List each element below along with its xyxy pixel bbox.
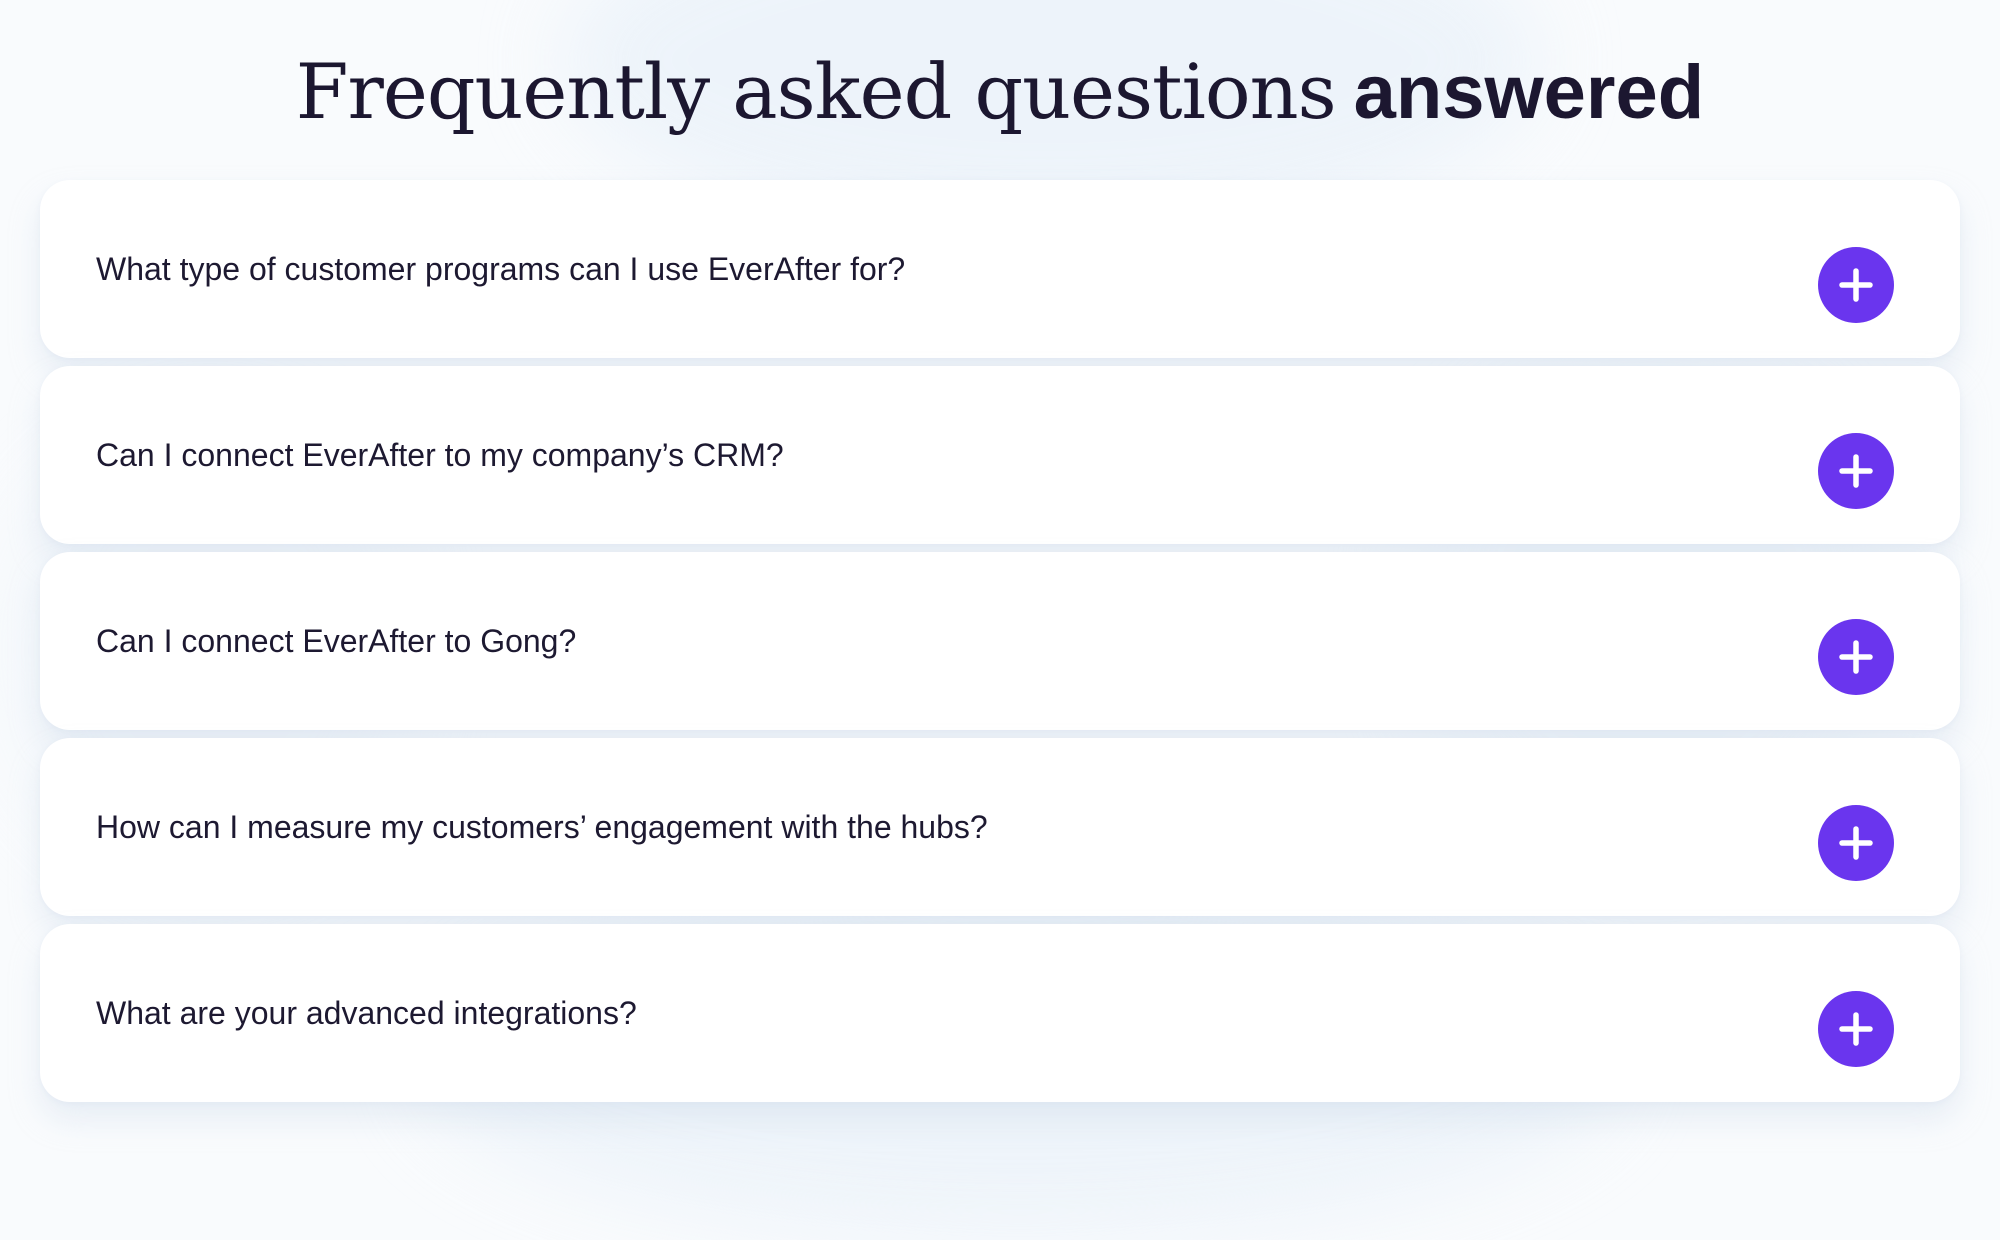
faq-question: What are your advanced integrations? — [96, 995, 637, 1031]
faq-item[interactable]: What are your advanced integrations? — [40, 924, 1960, 1102]
plus-icon — [1839, 268, 1873, 302]
faq-question: Can I connect EverAfter to my company’s … — [96, 437, 784, 473]
faq-question: How can I measure my customers’ engageme… — [96, 809, 988, 845]
plus-icon — [1839, 454, 1873, 488]
faq-heading: Frequently asked questions answered — [0, 42, 2000, 143]
plus-icon — [1839, 1012, 1873, 1046]
faq-item[interactable]: Can I connect EverAfter to my company’s … — [40, 366, 1960, 544]
faq-item[interactable]: What type of customer programs can I use… — [40, 180, 1960, 358]
faq-expand-button[interactable] — [1818, 619, 1894, 695]
faq-question: Can I connect EverAfter to Gong? — [96, 623, 577, 659]
faq-question: What type of customer programs can I use… — [96, 251, 906, 287]
faq-list: What type of customer programs can I use… — [40, 180, 1960, 1110]
faq-heading-light: Frequently asked questions — [295, 47, 1337, 136]
faq-heading-bold: answered — [1353, 50, 1705, 135]
faq-item[interactable]: Can I connect EverAfter to Gong? — [40, 552, 1960, 730]
faq-item[interactable]: How can I measure my customers’ engageme… — [40, 738, 1960, 916]
faq-section: Frequently asked questions answered What … — [0, 0, 2000, 1185]
plus-icon — [1839, 640, 1873, 674]
faq-expand-button[interactable] — [1818, 433, 1894, 509]
plus-icon — [1839, 826, 1873, 860]
faq-expand-button[interactable] — [1818, 991, 1894, 1067]
faq-expand-button[interactable] — [1818, 247, 1894, 323]
faq-expand-button[interactable] — [1818, 805, 1894, 881]
